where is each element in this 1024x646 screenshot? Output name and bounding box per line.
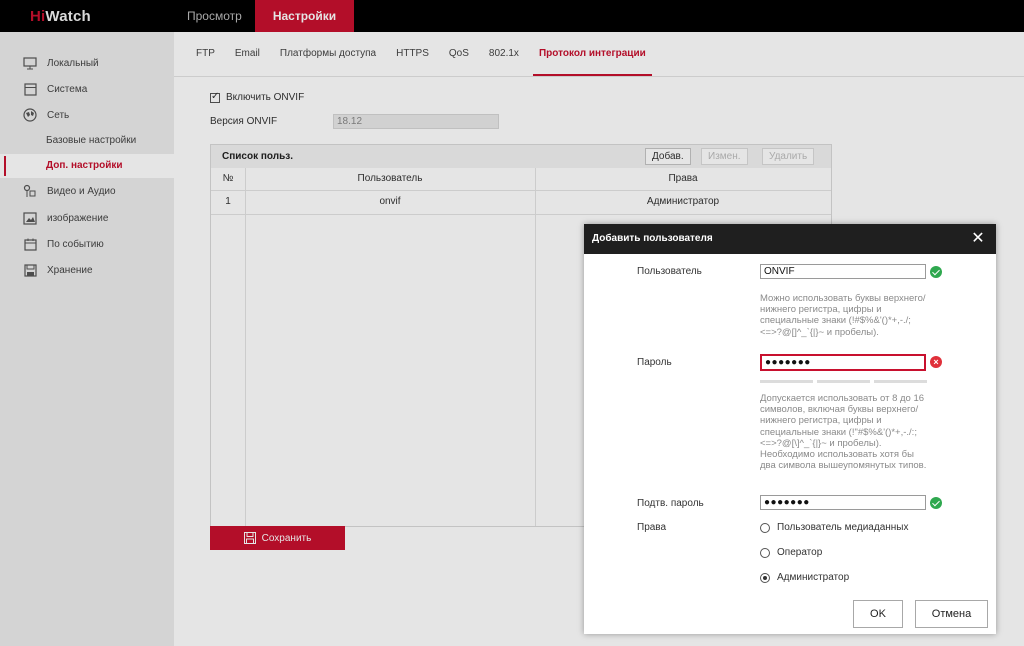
ok-button[interactable]: OK xyxy=(853,600,903,628)
username-hint: Можно использовать буквы верхнего/нижнег… xyxy=(760,293,926,338)
radio-media-user[interactable] xyxy=(760,522,770,533)
rights-option-operator[interactable]: Оператор xyxy=(760,547,822,558)
radio-media-user-label: Пользователь медиаданных xyxy=(777,522,909,533)
username-label: Пользователь xyxy=(637,266,702,277)
password-input[interactable]: ●●●●●●● xyxy=(760,354,926,371)
radio-operator-label: Оператор xyxy=(777,547,823,558)
rights-option-media-user[interactable]: Пользователь медиаданных xyxy=(760,522,909,533)
check-circle-icon xyxy=(930,266,942,278)
check-circle-icon xyxy=(930,497,942,509)
rights-option-admin[interactable]: Администратор xyxy=(760,572,849,583)
rights-label: Права xyxy=(637,522,667,533)
radio-admin-label: Администратор xyxy=(777,572,850,583)
close-icon[interactable]: ✕ xyxy=(968,229,988,249)
username-input[interactable]: ONVIF xyxy=(760,264,926,279)
password-hint: Допускается использовать от 8 до 16 симв… xyxy=(760,393,927,472)
confirm-password-label: Подтв. пароль xyxy=(637,498,704,509)
cancel-button[interactable]: Отмена xyxy=(915,600,988,628)
radio-operator[interactable] xyxy=(760,547,770,558)
confirm-password-input[interactable]: ●●●●●●● xyxy=(760,495,926,510)
dialog-title: Добавить пользователя xyxy=(592,233,713,244)
radio-admin[interactable] xyxy=(760,572,770,583)
password-strength-bar-3 xyxy=(874,380,927,383)
password-strength-bar-1 xyxy=(760,380,813,383)
dialog-header: Добавить пользователя ✕ xyxy=(584,224,996,254)
add-user-dialog: Добавить пользователя ✕ Пользователь ONV… xyxy=(584,224,996,634)
password-strength-bar-2 xyxy=(817,380,870,383)
error-circle-icon: × xyxy=(930,356,942,368)
password-label: Пароль xyxy=(637,357,672,368)
